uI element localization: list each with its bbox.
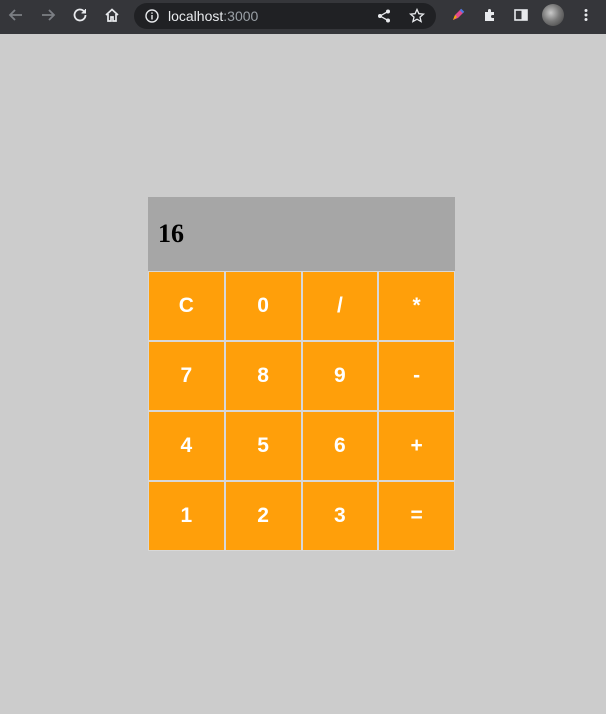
- calculator-display: 16: [148, 197, 455, 271]
- digit-2-button[interactable]: 2: [224, 481, 302, 551]
- back-icon[interactable]: [5, 4, 27, 26]
- digit-6-button[interactable]: 6: [301, 411, 379, 481]
- share-icon[interactable]: [376, 8, 392, 29]
- digit-8-button[interactable]: 8: [224, 341, 302, 411]
- puzzle-icon[interactable]: [479, 4, 501, 26]
- digit-0-button[interactable]: 0: [224, 271, 302, 341]
- digit-7-button[interactable]: 7: [148, 341, 225, 411]
- divide-button[interactable]: /: [301, 271, 379, 341]
- url-host: localhost: [168, 8, 224, 24]
- calculator: 16 C 0/* 7 8 9- 4 5 6 +1 2 3 =: [148, 197, 455, 551]
- forward-icon[interactable]: [37, 4, 59, 26]
- add-button[interactable]: +: [378, 411, 455, 481]
- url-text[interactable]: localhost:3000: [168, 8, 258, 24]
- bookmark-star-icon[interactable]: [408, 7, 426, 29]
- display-value: 16: [158, 219, 184, 248]
- more-menu-icon[interactable]: [575, 4, 597, 26]
- side-panel-icon[interactable]: [510, 4, 532, 26]
- extension-pen-icon[interactable]: [447, 4, 469, 26]
- equals-button[interactable]: =: [378, 481, 455, 551]
- digit-4-button[interactable]: 4: [148, 411, 225, 481]
- clear-button[interactable]: C: [148, 271, 225, 341]
- info-icon[interactable]: [144, 8, 160, 29]
- digit-1-button[interactable]: 1: [148, 481, 225, 551]
- subtract-button[interactable]: -: [378, 341, 455, 411]
- digit-3-button[interactable]: 3: [301, 481, 379, 551]
- home-icon[interactable]: [101, 4, 123, 26]
- reload-icon[interactable]: [69, 4, 91, 26]
- browser-toolbar: localhost:3000: [0, 0, 606, 34]
- digit-5-button[interactable]: 5: [224, 411, 302, 481]
- multiply-button[interactable]: *: [378, 271, 455, 341]
- profile-avatar[interactable]: [542, 4, 564, 26]
- url-port: :3000: [223, 8, 259, 24]
- keypad: C 0/* 7 8 9- 4 5 6 +1 2 3 =: [148, 271, 455, 551]
- digit-9-button[interactable]: 9: [301, 341, 379, 411]
- address-bar[interactable]: localhost:3000: [134, 3, 436, 29]
